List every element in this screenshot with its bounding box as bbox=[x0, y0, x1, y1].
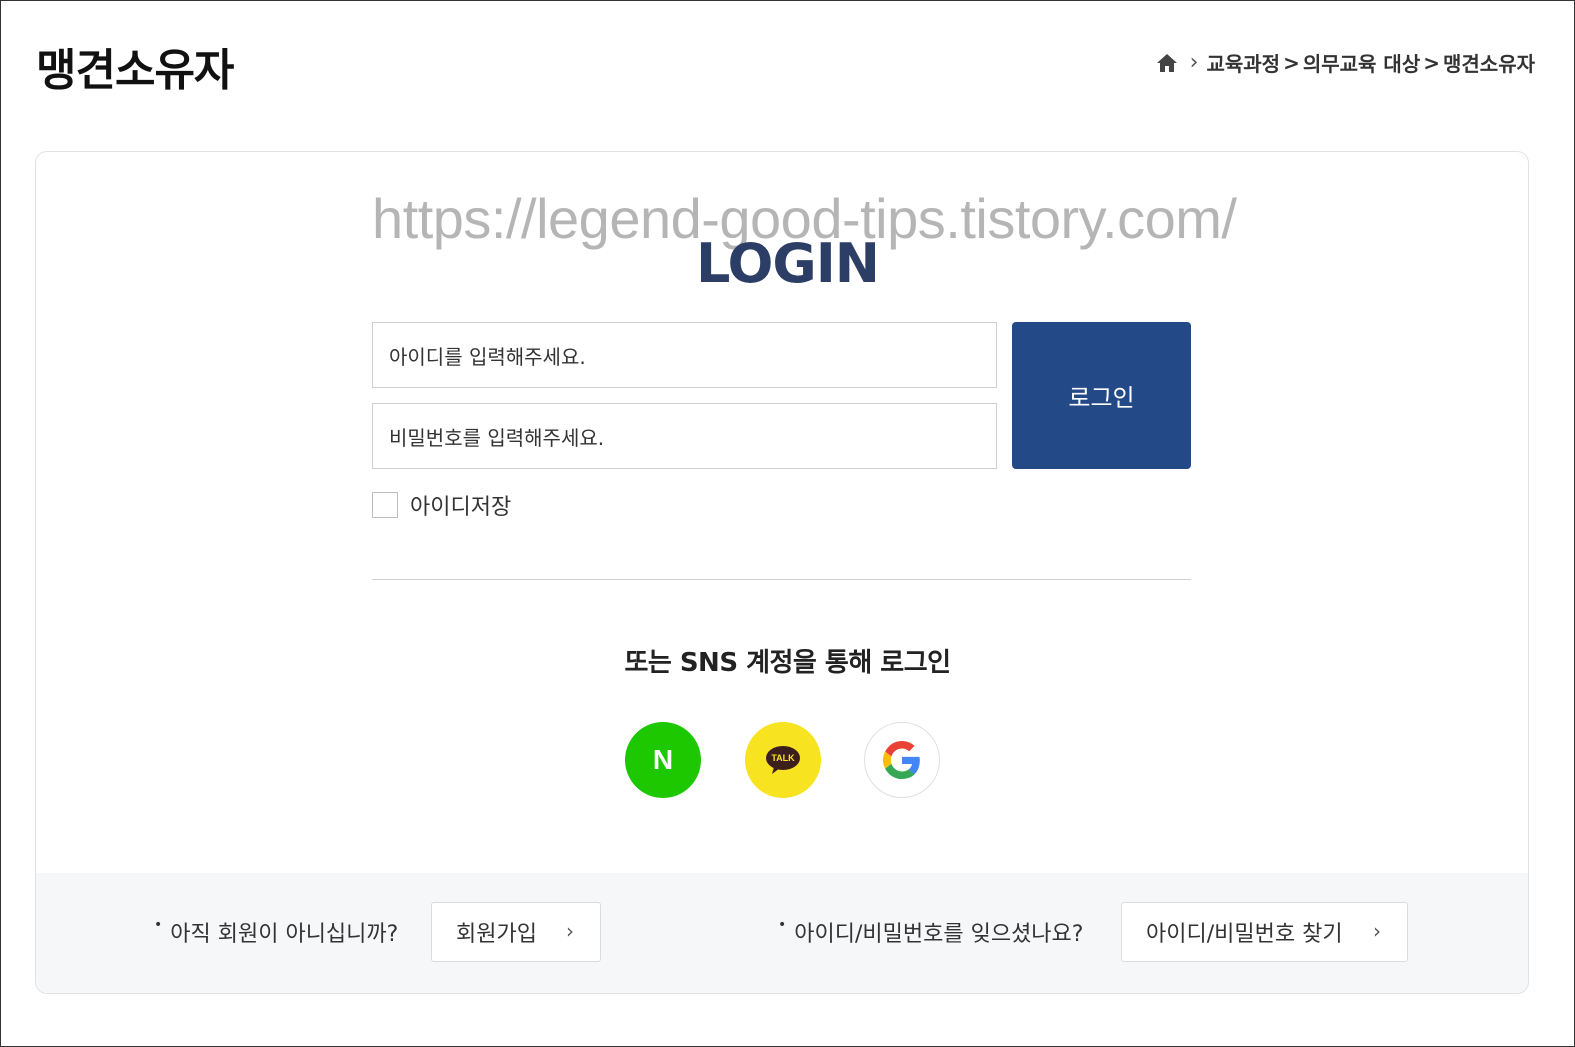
page-title: 맹견소유자 bbox=[36, 45, 234, 96]
find-button-label: 아이디/비밀번호 찾기 bbox=[1146, 922, 1343, 947]
chevron-right-icon: › bbox=[1373, 919, 1381, 943]
google-login-button[interactable] bbox=[864, 722, 940, 798]
breadcrumb-item-current[interactable]: 맹견소유자 bbox=[1443, 48, 1535, 77]
breadcrumb-item-course[interactable]: 교육과정 bbox=[1206, 48, 1280, 77]
join-question-text: 아직 회원이 아니십니까? bbox=[170, 922, 399, 947]
join-button[interactable]: 회원가입 › bbox=[431, 902, 601, 962]
find-account-button[interactable]: 아이디/비밀번호 찾기 › bbox=[1121, 902, 1408, 962]
password-input[interactable]: 비밀번호를 입력해주세요. bbox=[372, 403, 997, 469]
chevron-right-icon: › bbox=[1189, 50, 1199, 75]
bullet-icon: • bbox=[154, 917, 163, 933]
breadcrumb-separator: > bbox=[1283, 50, 1300, 75]
divider bbox=[372, 579, 1191, 580]
sns-login-title: 또는 SNS 계정을 통해 로그인 bbox=[624, 648, 951, 678]
chevron-right-icon: › bbox=[566, 919, 574, 943]
find-question-text: 아이디/비밀번호를 잊으셨나요? bbox=[794, 922, 1084, 947]
home-icon[interactable] bbox=[1156, 53, 1178, 73]
bullet-icon: • bbox=[778, 917, 787, 933]
save-id-label: 아이디저장 bbox=[410, 495, 512, 520]
google-icon bbox=[883, 741, 920, 779]
breadcrumb-separator: > bbox=[1423, 50, 1440, 75]
join-question: • 아직 회원이 아니십니까? bbox=[154, 916, 398, 948]
naver-icon: N bbox=[652, 744, 674, 775]
naver-login-button[interactable]: N bbox=[625, 722, 701, 798]
breadcrumb-item-mandatory[interactable]: 의무교육 대상 bbox=[1303, 48, 1420, 77]
kakao-talk-icon: TALK bbox=[766, 746, 800, 774]
join-button-label: 회원가입 bbox=[456, 922, 537, 947]
kakao-glyph: TALK bbox=[771, 753, 795, 763]
login-button[interactable]: 로그인 bbox=[1012, 322, 1191, 469]
save-id-checkbox[interactable]: 아이디저장 bbox=[372, 489, 511, 521]
find-question: • 아이디/비밀번호를 잊으셨나요? bbox=[778, 916, 1083, 948]
login-title: LOGIN bbox=[696, 232, 880, 295]
kakao-login-button[interactable]: TALK bbox=[745, 722, 821, 798]
id-input[interactable]: 아이디를 입력해주세요. bbox=[372, 322, 997, 388]
checkbox-box[interactable] bbox=[372, 492, 398, 518]
breadcrumb: › 교육과정 > 의무교육 대상 > 맹견소유자 bbox=[1156, 48, 1535, 77]
